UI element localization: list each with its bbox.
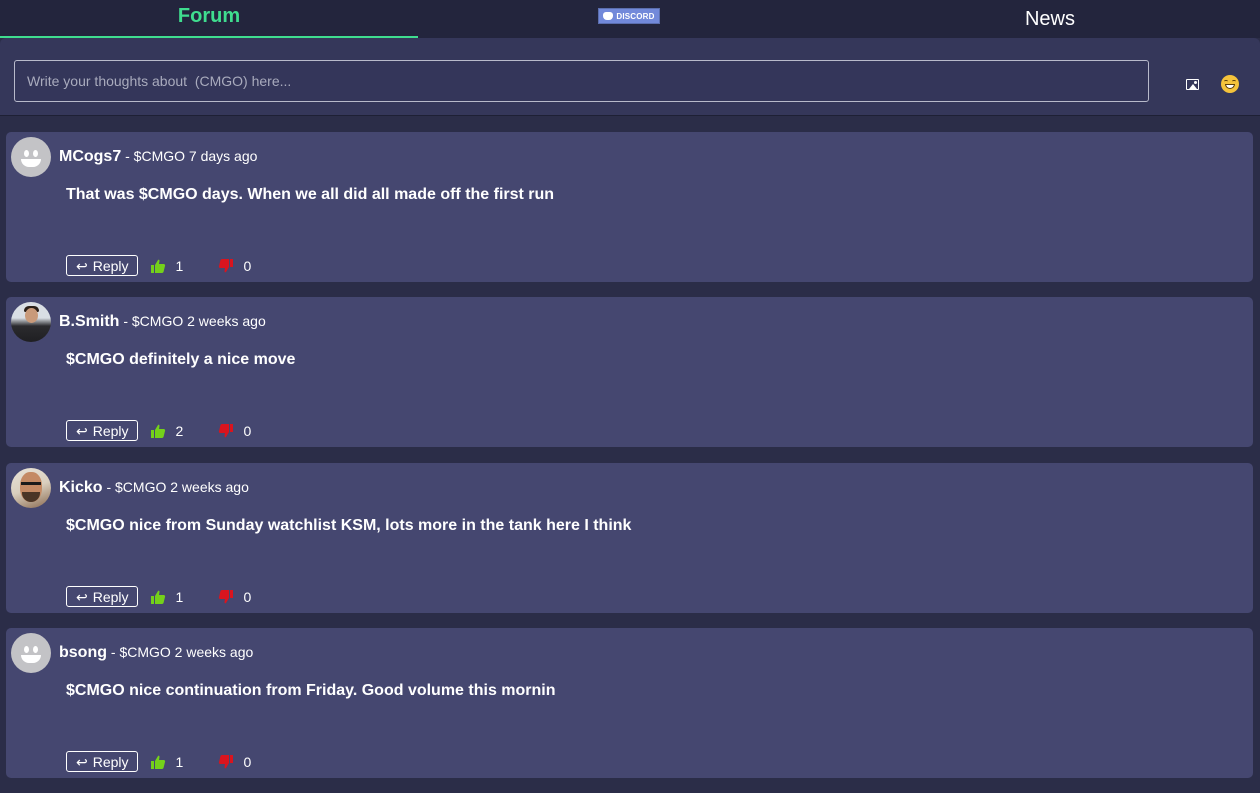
reply-button[interactable]: ↩ Reply <box>66 586 138 607</box>
avatar-eye <box>33 150 38 157</box>
reply-arrow-icon: ↩ <box>76 753 88 770</box>
tab-forum[interactable]: Forum <box>0 0 418 38</box>
post-card: Kicko - $CMGO 2 weeks ago $CMGO nice fro… <box>6 463 1253 613</box>
discord-icon <box>603 12 614 20</box>
avatar-mouth <box>21 655 41 663</box>
post-actions: ↩ Reply 1 0 <box>66 751 266 772</box>
avatar[interactable] <box>11 137 51 177</box>
dislike-count: 0 <box>243 753 252 770</box>
reply-label: Reply <box>92 753 129 770</box>
avatar-eye <box>24 646 29 653</box>
post-card: MCogs7 - $CMGO 7 days ago That was $CMGO… <box>6 132 1253 282</box>
tab-forum-label: Forum <box>177 4 241 27</box>
post-timestamp: - $CMGO 7 days ago <box>125 148 258 164</box>
avatar-eye <box>24 150 29 157</box>
post-actions: ↩ Reply 1 0 <box>66 586 266 607</box>
post-actions: ↩ Reply 2 0 <box>66 420 266 441</box>
post-card: B.Smith - $CMGO 2 weeks ago $CMGO defini… <box>6 297 1253 447</box>
thumbs-up-icon[interactable] <box>150 589 166 605</box>
avatar-eye <box>33 646 38 653</box>
post-timestamp: - $CMGO 2 weeks ago <box>123 313 266 329</box>
thumbs-up-icon[interactable] <box>150 754 166 770</box>
avatar[interactable] <box>11 468 51 508</box>
like-count: 1 <box>175 257 184 274</box>
post-timestamp: - $CMGO 2 weeks ago <box>106 479 249 495</box>
discord-label: DISCORD <box>616 11 655 21</box>
emoji-eye-right <box>1232 80 1236 83</box>
like-count: 1 <box>175 588 184 605</box>
post-body: That was $CMGO days. When we all did all… <box>66 186 555 203</box>
discord-badge[interactable]: DISCORD <box>598 8 660 24</box>
post-card: bsong - $CMGO 2 weeks ago $CMGO nice con… <box>6 628 1253 778</box>
thumbs-down-icon[interactable] <box>218 754 234 770</box>
username[interactable]: bsong <box>59 644 107 661</box>
post-meta: B.Smith - $CMGO 2 weeks ago <box>59 313 266 331</box>
post-meta: MCogs7 - $CMGO 7 days ago <box>59 148 257 166</box>
dislike-count: 0 <box>243 588 252 605</box>
dislike-count: 0 <box>243 422 252 439</box>
username[interactable]: MCogs7 <box>59 148 121 165</box>
username[interactable]: B.Smith <box>59 313 119 330</box>
post-composer <box>0 38 1260 116</box>
thumbs-down-icon[interactable] <box>218 423 234 439</box>
reply-arrow-icon: ↩ <box>76 422 88 439</box>
reply-label: Reply <box>92 588 129 605</box>
reply-label: Reply <box>92 257 129 274</box>
emoji-mouth <box>1225 84 1235 89</box>
reply-button[interactable]: ↩ Reply <box>66 751 138 772</box>
emoji-picker-icon[interactable] <box>1221 75 1239 93</box>
reply-button[interactable]: ↩ Reply <box>66 255 138 276</box>
post-actions: ↩ Reply 1 0 <box>66 255 266 276</box>
avatar[interactable] <box>11 302 51 342</box>
reply-arrow-icon: ↩ <box>76 257 88 274</box>
post-meta: Kicko - $CMGO 2 weeks ago <box>59 479 249 497</box>
post-body: $CMGO nice from Sunday watchlist KSM, lo… <box>66 517 632 534</box>
tab-discord[interactable]: DISCORD <box>418 0 840 38</box>
tab-news-label: News <box>1024 7 1075 30</box>
post-meta: bsong - $CMGO 2 weeks ago <box>59 644 253 662</box>
post-body: $CMGO nice continuation from Friday. Goo… <box>66 682 556 699</box>
reply-label: Reply <box>92 422 129 439</box>
reply-button[interactable]: ↩ Reply <box>66 420 138 441</box>
username[interactable]: Kicko <box>59 479 103 496</box>
post-timestamp: - $CMGO 2 weeks ago <box>110 644 254 660</box>
avatar[interactable] <box>11 633 51 673</box>
thumbs-up-icon[interactable] <box>150 258 166 274</box>
like-count: 2 <box>175 422 184 439</box>
like-count: 1 <box>175 753 184 770</box>
avatar-photo-detail <box>25 308 38 323</box>
emoji-eye-left <box>1224 80 1228 83</box>
thumbs-up-icon[interactable] <box>150 423 166 439</box>
dislike-count: 0 <box>243 257 252 274</box>
avatar-photo-detail <box>21 482 41 490</box>
image-upload-icon[interactable] <box>1186 79 1199 90</box>
reply-arrow-icon: ↩ <box>76 588 88 605</box>
thumbs-down-icon[interactable] <box>218 258 234 274</box>
tab-news[interactable]: News <box>840 0 1260 38</box>
post-input[interactable] <box>14 60 1149 102</box>
thumbs-down-icon[interactable] <box>218 589 234 605</box>
avatar-mouth <box>21 159 41 167</box>
tab-bar: Forum DISCORD News <box>0 0 1260 38</box>
post-body: $CMGO definitely a nice move <box>66 351 296 368</box>
